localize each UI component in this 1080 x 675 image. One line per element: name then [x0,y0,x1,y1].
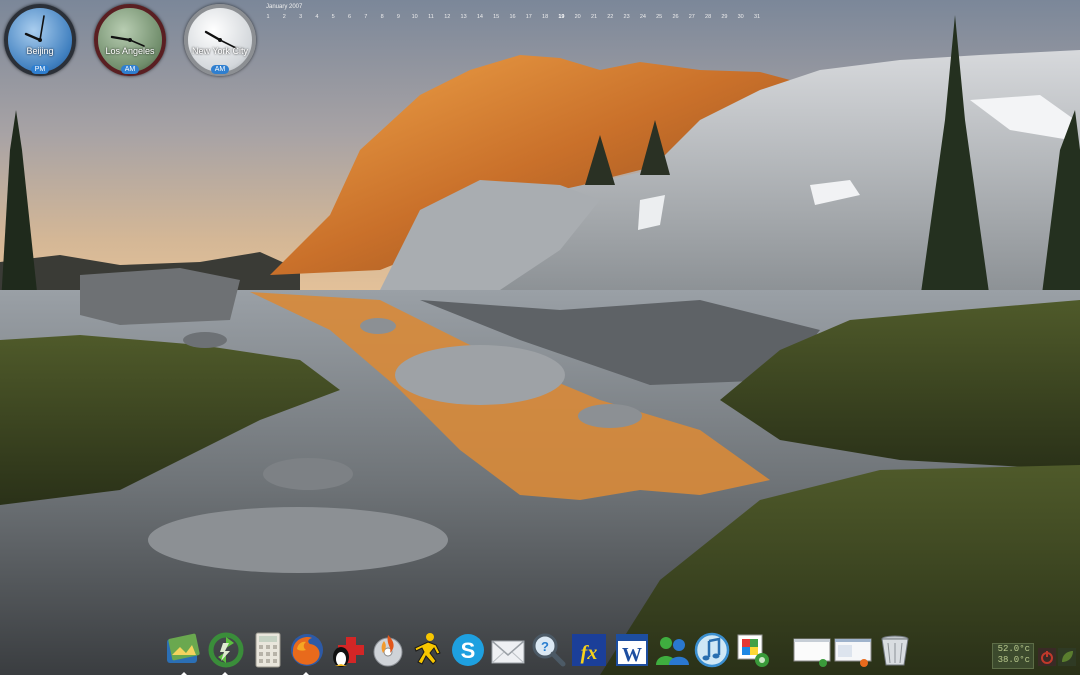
calendar-day[interactable]: 1 [262,14,274,20]
calendar-day[interactable]: 8 [376,14,388,20]
svg-text:?: ? [541,639,549,654]
calendar-day[interactable]: 11 [425,14,437,20]
calendar-day[interactable]: 5 [327,14,339,20]
search-magnifier-icon[interactable]: ? [529,631,567,669]
calendar-day[interactable]: 18 [539,14,551,20]
calendar-day[interactable]: 24 [637,14,649,20]
calendar-day[interactable]: 21 [588,14,600,20]
svg-text:S: S [461,638,476,663]
calendar-day[interactable]: 17 [523,14,535,20]
mail-envelope-icon[interactable] [489,631,527,669]
calendar-day[interactable]: 16 [507,14,519,20]
calendar-day[interactable]: 25 [653,14,665,20]
clock-city-label: New York City [191,46,249,56]
calendar-day[interactable]: 15 [490,14,502,20]
calendar-day[interactable]: 31 [751,14,763,20]
office-tools-icon[interactable] [734,631,772,669]
eco-leaf-icon[interactable] [1058,648,1076,666]
msn-messenger-icon[interactable] [653,631,691,669]
calendar-day[interactable]: 13 [458,14,470,20]
calendar-day[interactable]: 7 [360,14,372,20]
calendar-day[interactable]: 27 [686,14,698,20]
calendar-day[interactable]: 26 [670,14,682,20]
calendar-day-strip: 1 2 3 4 5 6 7 8 9 10 11 12 13 14 15 16 17 18 19 20 21 22 23 24 2… [262,14,772,22]
dock: S ? fx W [160,628,920,675]
temperature-monitor[interactable]: 52.0°c 38.0°c [992,643,1034,669]
skype-icon[interactable]: S [449,631,487,669]
calendar-day[interactable]: 2 [278,14,290,20]
calendar-day[interactable]: 23 [621,14,633,20]
svg-text:W: W [622,644,642,666]
window-preview-firefox-icon[interactable] [833,631,873,669]
fx-icon[interactable]: fx [570,631,608,669]
calendar-day[interactable]: 6 [344,14,356,20]
photo-album-icon[interactable] [164,631,202,669]
sync-update-icon[interactable] [207,631,245,669]
clock-ampm-badge: AM [211,65,229,74]
calendar-day[interactable]: 4 [311,14,323,20]
calendar-day[interactable]: 30 [735,14,747,20]
calendar-day[interactable]: 20 [572,14,584,20]
calendar-day[interactable]: 19 [555,14,567,20]
power-icon[interactable] [1038,648,1056,666]
calendar-day[interactable]: 12 [441,14,453,20]
calendar-day[interactable]: 9 [392,14,404,20]
calendar-day[interactable]: 22 [604,14,616,20]
clock-city-label: Beijing [26,46,54,56]
calendar-month-title: January 2007 [266,4,303,10]
clock-city-label: Los Angeles [105,46,155,56]
word-icon[interactable]: W [613,631,651,669]
itunes-icon[interactable] [693,631,731,669]
window-preview-1-icon[interactable] [792,631,832,669]
calendar-day[interactable]: 3 [295,14,307,20]
svg-text:fx: fx [581,642,598,664]
clock-ampm-badge: AM [121,65,139,74]
temperature-reading-2: 38.0°c [997,655,1030,665]
world-clock-los-angeles[interactable]: Los Angeles AM [94,4,166,76]
wallpaper [0,0,1080,675]
clock-ampm-badge: PM [31,65,49,74]
trash-bin-icon[interactable] [876,631,914,669]
calendar-day[interactable]: 10 [409,14,421,20]
calendar-day[interactable]: 14 [474,14,486,20]
world-clock-beijing[interactable]: Beijing PM [4,4,76,76]
desktop[interactable]: Beijing PM Los Angeles AM New York City … [0,0,1080,675]
calculator-icon[interactable] [249,631,287,669]
aim-runner-icon[interactable] [410,631,448,669]
tux-first-aid-icon[interactable] [329,631,367,669]
nero-burn-icon[interactable] [369,631,407,669]
temperature-reading-1: 52.0°c [997,644,1030,654]
firefox-icon[interactable] [288,631,326,669]
world-clock-new-york[interactable]: New York City AM [184,4,256,76]
calendar-day[interactable]: 28 [702,14,714,20]
calendar-day[interactable]: 29 [718,14,730,20]
